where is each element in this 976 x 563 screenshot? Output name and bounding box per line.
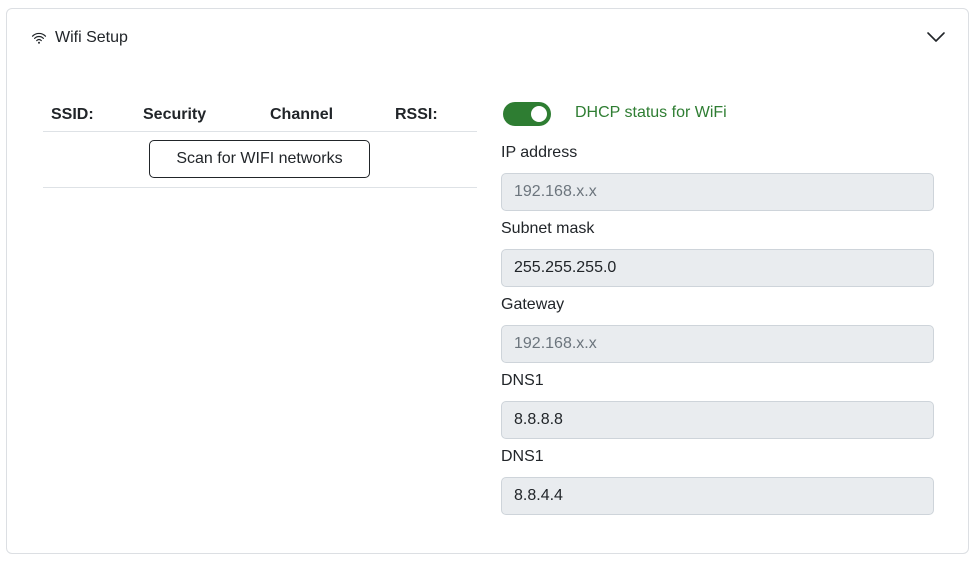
scan-wifi-button[interactable]: Scan for WIFI networks (149, 140, 370, 178)
dhcp-toggle-switch[interactable] (503, 102, 551, 126)
table-header-row: SSID: Security Channel RSSI: (43, 105, 477, 132)
wifi-setup-card: Wifi Setup SSID: Security Channel RSSI: … (6, 8, 969, 554)
ip-address-group: IP address (501, 143, 935, 211)
column-header-channel: Channel (270, 106, 334, 123)
subnet-mask-label: Subnet mask (501, 220, 595, 237)
gateway-label: Gateway (501, 296, 565, 313)
dns2-group: DNS1 (501, 447, 935, 515)
column-header-rssi: RSSI: (395, 106, 438, 123)
dhcp-toggle-label: DHCP status for WiFi (575, 104, 727, 121)
chevron-down-icon[interactable] (926, 29, 946, 45)
column-header-ssid: SSID: (51, 106, 94, 123)
ip-address-label: IP address (501, 144, 578, 161)
dns2-field[interactable] (501, 477, 934, 515)
toggle-knob (531, 106, 547, 122)
subnet-mask-field[interactable] (501, 249, 934, 287)
wifi-networks-table: SSID: Security Channel RSSI: Scan for WI… (43, 105, 477, 188)
network-settings-form: DHCP status for WiFi IP address Subnet m… (501, 101, 935, 515)
table-row: Scan for WIFI networks (43, 132, 477, 188)
column-header-security: Security (143, 106, 207, 123)
dns2-label: DNS1 (501, 448, 544, 465)
gateway-group: Gateway (501, 295, 935, 363)
wifi-icon (31, 30, 47, 46)
dhcp-toggle-row: DHCP status for WiFi (501, 101, 935, 137)
dns1-group: DNS1 (501, 371, 935, 439)
gateway-field[interactable] (501, 325, 934, 363)
dns1-field[interactable] (501, 401, 934, 439)
wifi-setup-header[interactable]: Wifi Setup (7, 9, 968, 67)
ip-address-field[interactable] (501, 173, 934, 211)
dns1-label: DNS1 (501, 372, 544, 389)
card-title: Wifi Setup (55, 29, 128, 46)
subnet-mask-group: Subnet mask (501, 219, 935, 287)
